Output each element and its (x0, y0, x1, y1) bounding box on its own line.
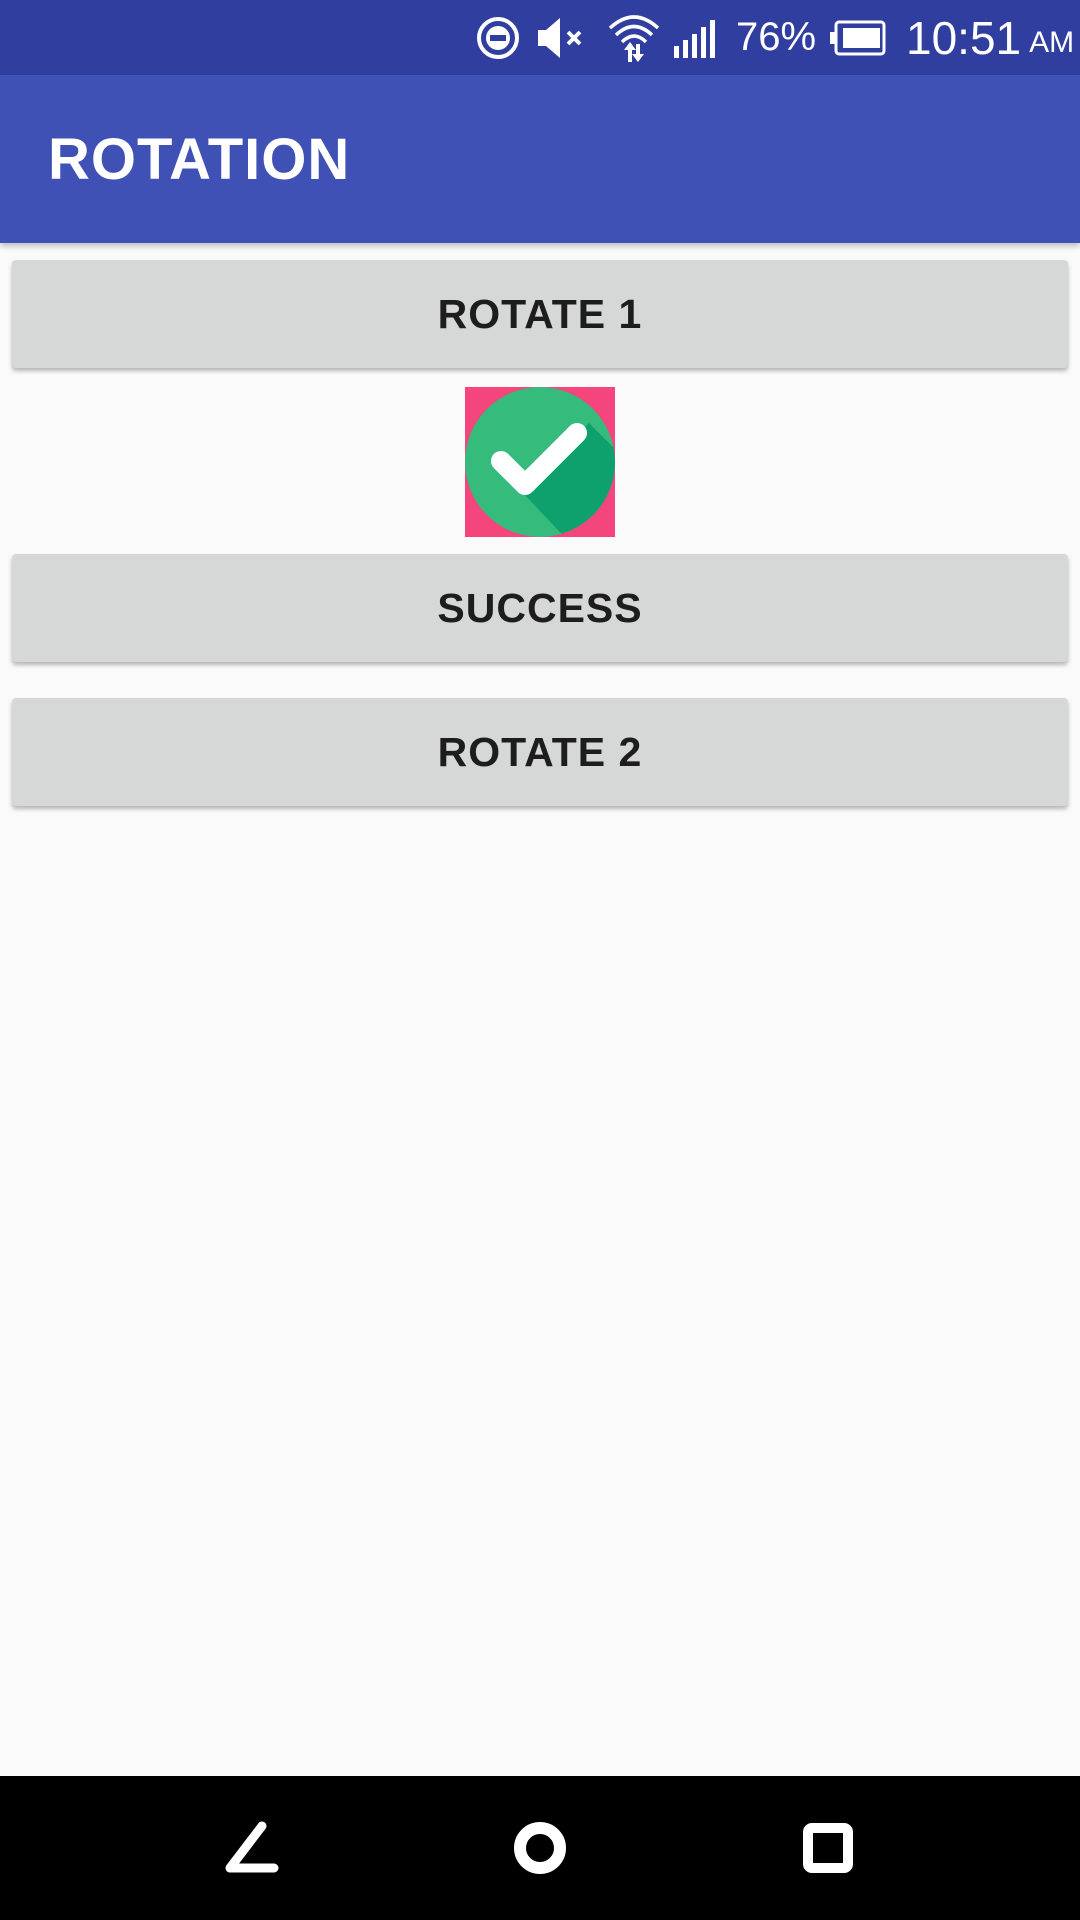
rotate-1-button[interactable]: ROTATE 1 (12, 260, 1068, 368)
back-icon[interactable] (180, 1776, 324, 1920)
app-title: ROTATION (48, 126, 351, 192)
navigation-bar (0, 1776, 1080, 1920)
clock: 10:51 AM (906, 0, 1074, 75)
wifi-icon (606, 0, 662, 75)
clock-time: 10:51 (906, 11, 1022, 64)
recents-icon[interactable] (756, 1776, 900, 1920)
battery-icon (830, 0, 886, 75)
clock-ampm: AM (1029, 25, 1075, 59)
check-circle-icon (465, 387, 615, 537)
app-bar: ROTATION (0, 75, 1080, 243)
success-button[interactable]: SUCCESS (12, 554, 1068, 662)
status-bar: 76% 10:51 AM (0, 0, 1080, 75)
volume-muted-icon (536, 0, 590, 75)
do-not-disturb-icon (474, 0, 522, 75)
battery-percent: 76% (736, 15, 817, 59)
screen: 76% 10:51 AM ROTATION ROTATE 1 SUCCESS R… (0, 0, 1080, 1920)
rotate-2-button[interactable]: ROTATE 2 (12, 698, 1068, 806)
home-icon[interactable] (468, 1776, 612, 1920)
signal-icon (672, 0, 720, 75)
